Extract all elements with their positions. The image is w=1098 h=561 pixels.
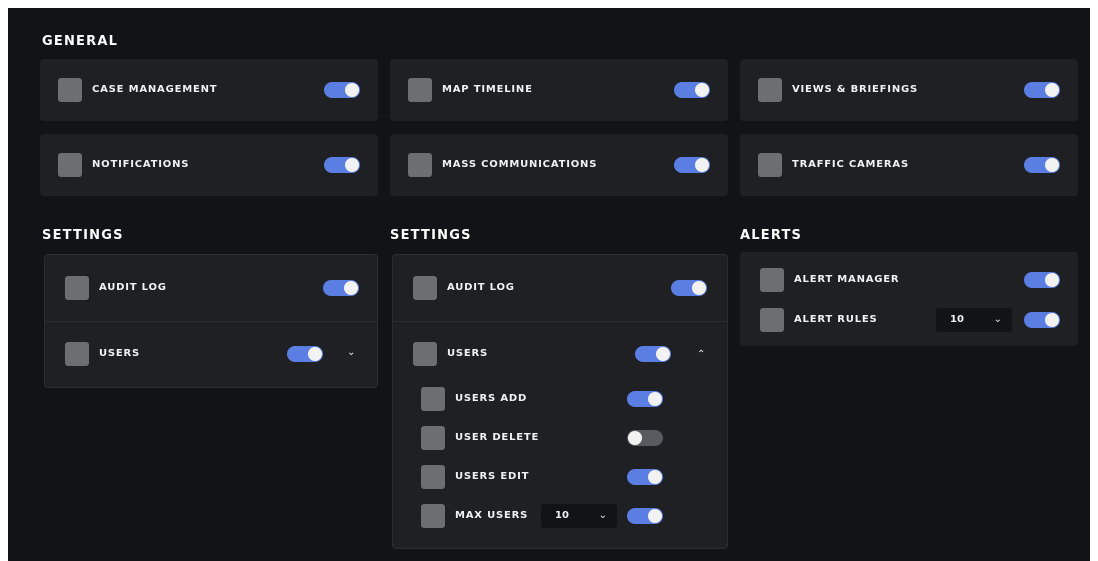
case-management-checkbox[interactable] <box>58 78 82 102</box>
alert-manager-toggle[interactable] <box>1024 272 1060 288</box>
screen: GENERAL CASE MANAGEMENT MAP TIMELINE VIE… <box>8 8 1090 561</box>
user-delete-checkbox[interactable] <box>421 426 445 450</box>
case-management-label: CASE MANAGEMENT <box>92 84 218 95</box>
alert-rules-select[interactable]: 10 ⌄ <box>936 308 1012 332</box>
toggle-knob <box>695 83 709 97</box>
users-add-checkbox[interactable] <box>421 387 445 411</box>
toggle-knob <box>692 281 706 295</box>
alert-rules-label: ALERT RULES <box>794 314 878 325</box>
traffic-cameras-toggle[interactable] <box>1024 157 1060 173</box>
users-edit-label: USERS EDIT <box>455 471 530 482</box>
user-delete-label: USER DELETE <box>455 432 540 443</box>
general-card-views-briefings: VIEWS & BRIEFINGS <box>740 59 1078 121</box>
general-card-case-management: CASE MANAGEMENT <box>40 59 378 121</box>
views-briefings-toggle[interactable] <box>1024 82 1060 98</box>
user-delete-toggle[interactable] <box>627 430 663 446</box>
max-users-label: MAX USERS <box>455 510 529 521</box>
users-edit-checkbox[interactable] <box>421 465 445 489</box>
audit-log-row: AUDIT LOG <box>393 255 727 321</box>
chevron-up-icon[interactable]: ⌃ <box>697 350 705 360</box>
general-card-traffic-cameras: TRAFFIC CAMERAS <box>740 134 1078 196</box>
users-edit-toggle[interactable] <box>627 469 663 485</box>
audit-log-row: AUDIT LOG <box>45 255 377 321</box>
max-users-toggle[interactable] <box>627 508 663 524</box>
traffic-cameras-checkbox[interactable] <box>758 153 782 177</box>
notifications-checkbox[interactable] <box>58 153 82 177</box>
alerts-panel: ALERT MANAGER ALERT RULES 10 ⌄ <box>740 252 1078 346</box>
toggle-knob <box>1045 83 1059 97</box>
views-briefings-checkbox[interactable] <box>758 78 782 102</box>
users-checkbox[interactable] <box>65 342 89 366</box>
notifications-label: NOTIFICATIONS <box>92 159 190 170</box>
toggle-knob <box>648 509 662 523</box>
toggle-knob <box>345 83 359 97</box>
users-add-toggle[interactable] <box>627 391 663 407</box>
settings-collapsed-panel: AUDIT LOG USERS ⌄ <box>44 254 378 388</box>
chevron-down-icon[interactable]: ⌄ <box>347 348 355 358</box>
toggle-knob <box>656 347 670 361</box>
case-management-toggle[interactable] <box>324 82 360 98</box>
users-toggle[interactable] <box>287 346 323 362</box>
toggle-knob <box>1045 313 1059 327</box>
audit-log-label: AUDIT LOG <box>99 282 167 293</box>
audit-log-toggle[interactable] <box>323 280 359 296</box>
audit-log-checkbox[interactable] <box>65 276 89 300</box>
users-row: USERS ⌄ <box>45 322 377 388</box>
toggle-knob <box>648 392 662 406</box>
max-users-row: MAX USERS 10 ⌄ <box>393 498 727 534</box>
audit-log-checkbox[interactable] <box>413 276 437 300</box>
chevron-down-icon: ⌄ <box>993 314 1002 325</box>
settings-section-title: SETTINGS <box>42 228 124 243</box>
mass-communications-label: MASS COMMUNICATIONS <box>442 159 598 170</box>
alert-manager-checkbox[interactable] <box>760 268 784 292</box>
max-users-select-value: 10 <box>555 510 569 521</box>
toggle-knob <box>648 470 662 484</box>
general-card-map-timeline: MAP TIMELINE <box>390 59 728 121</box>
toggle-knob <box>344 281 358 295</box>
user-delete-row: USER DELETE <box>393 420 727 456</box>
toggle-knob <box>628 431 642 445</box>
views-briefings-label: VIEWS & BRIEFINGS <box>792 84 919 95</box>
alerts-section-title: ALERTS <box>740 228 803 243</box>
toggle-knob <box>308 347 322 361</box>
alert-manager-label: ALERT MANAGER <box>794 274 900 285</box>
toggle-knob <box>695 158 709 172</box>
toggle-knob <box>1045 273 1059 287</box>
chevron-down-icon: ⌄ <box>598 510 607 521</box>
toggle-knob <box>1045 158 1059 172</box>
users-row: USERS ⌃ <box>393 322 727 390</box>
settings-expanded-section-title: SETTINGS <box>390 228 472 243</box>
alert-manager-row: ALERT MANAGER <box>740 262 1078 298</box>
general-card-notifications: NOTIFICATIONS <box>40 134 378 196</box>
settings-expanded-panel: AUDIT LOG USERS ⌃ USERS ADD USER DELETE … <box>392 254 728 549</box>
map-timeline-checkbox[interactable] <box>408 78 432 102</box>
max-users-checkbox[interactable] <box>421 504 445 528</box>
users-add-row: USERS ADD <box>393 381 727 417</box>
users-label: USERS <box>447 348 489 359</box>
alert-rules-checkbox[interactable] <box>760 308 784 332</box>
general-card-mass-communications: MASS COMMUNICATIONS <box>390 134 728 196</box>
traffic-cameras-label: TRAFFIC CAMERAS <box>792 159 909 170</box>
users-add-label: USERS ADD <box>455 393 528 404</box>
users-checkbox[interactable] <box>413 342 437 366</box>
audit-log-label: AUDIT LOG <box>447 282 515 293</box>
max-users-select[interactable]: 10 ⌄ <box>541 504 617 528</box>
mass-communications-toggle[interactable] <box>674 157 710 173</box>
users-toggle[interactable] <box>635 346 671 362</box>
general-section-title: GENERAL <box>42 34 119 49</box>
notifications-toggle[interactable] <box>324 157 360 173</box>
audit-log-toggle[interactable] <box>671 280 707 296</box>
map-timeline-toggle[interactable] <box>674 82 710 98</box>
alert-rules-select-value: 10 <box>950 314 964 325</box>
map-timeline-label: MAP TIMELINE <box>442 84 533 95</box>
toggle-knob <box>345 158 359 172</box>
users-label: USERS <box>99 348 141 359</box>
users-edit-row: USERS EDIT <box>393 459 727 495</box>
alert-rules-toggle[interactable] <box>1024 312 1060 328</box>
alert-rules-row: ALERT RULES 10 ⌄ <box>740 302 1078 338</box>
mass-communications-checkbox[interactable] <box>408 153 432 177</box>
